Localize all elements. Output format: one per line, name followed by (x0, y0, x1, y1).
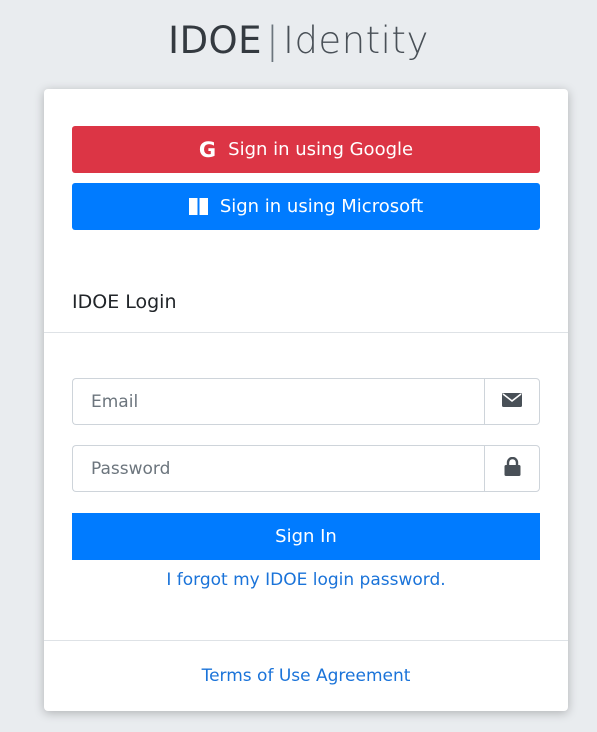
login-section-title: IDOE Login (72, 291, 177, 313)
google-icon: G (198, 137, 217, 162)
brand-header: IDOE | Identity (0, 18, 597, 64)
password-input[interactable] (72, 445, 484, 492)
brand-separator: | (266, 19, 280, 62)
password-input-group (72, 445, 540, 492)
login-card: G Sign in using Google Sign in using Mic… (44, 89, 568, 711)
brand-primary: IDOE (168, 19, 263, 62)
terms-of-use-link[interactable]: Terms of Use Agreement (202, 666, 411, 686)
footer-divider (44, 640, 568, 641)
sign-in-button[interactable]: Sign In (72, 513, 540, 560)
password-addon (484, 445, 540, 492)
forgot-password-link[interactable]: I forgot my IDOE login password. (44, 570, 568, 590)
lock-icon (504, 456, 521, 480)
brand-secondary: Identity (283, 19, 429, 62)
email-addon (484, 378, 540, 425)
section-divider (44, 332, 568, 333)
microsoft-signin-label: Sign in using Microsoft (219, 196, 424, 217)
envelope-icon (502, 392, 522, 411)
google-signin-label: Sign in using Google (228, 139, 414, 160)
email-input[interactable] (72, 378, 484, 425)
microsoft-signin-button[interactable]: Sign in using Microsoft (72, 183, 540, 230)
terms-footer: Terms of Use Agreement (44, 666, 568, 686)
google-signin-button[interactable]: G Sign in using Google (72, 126, 540, 173)
email-input-group (72, 378, 540, 425)
windows-icon (188, 198, 208, 215)
